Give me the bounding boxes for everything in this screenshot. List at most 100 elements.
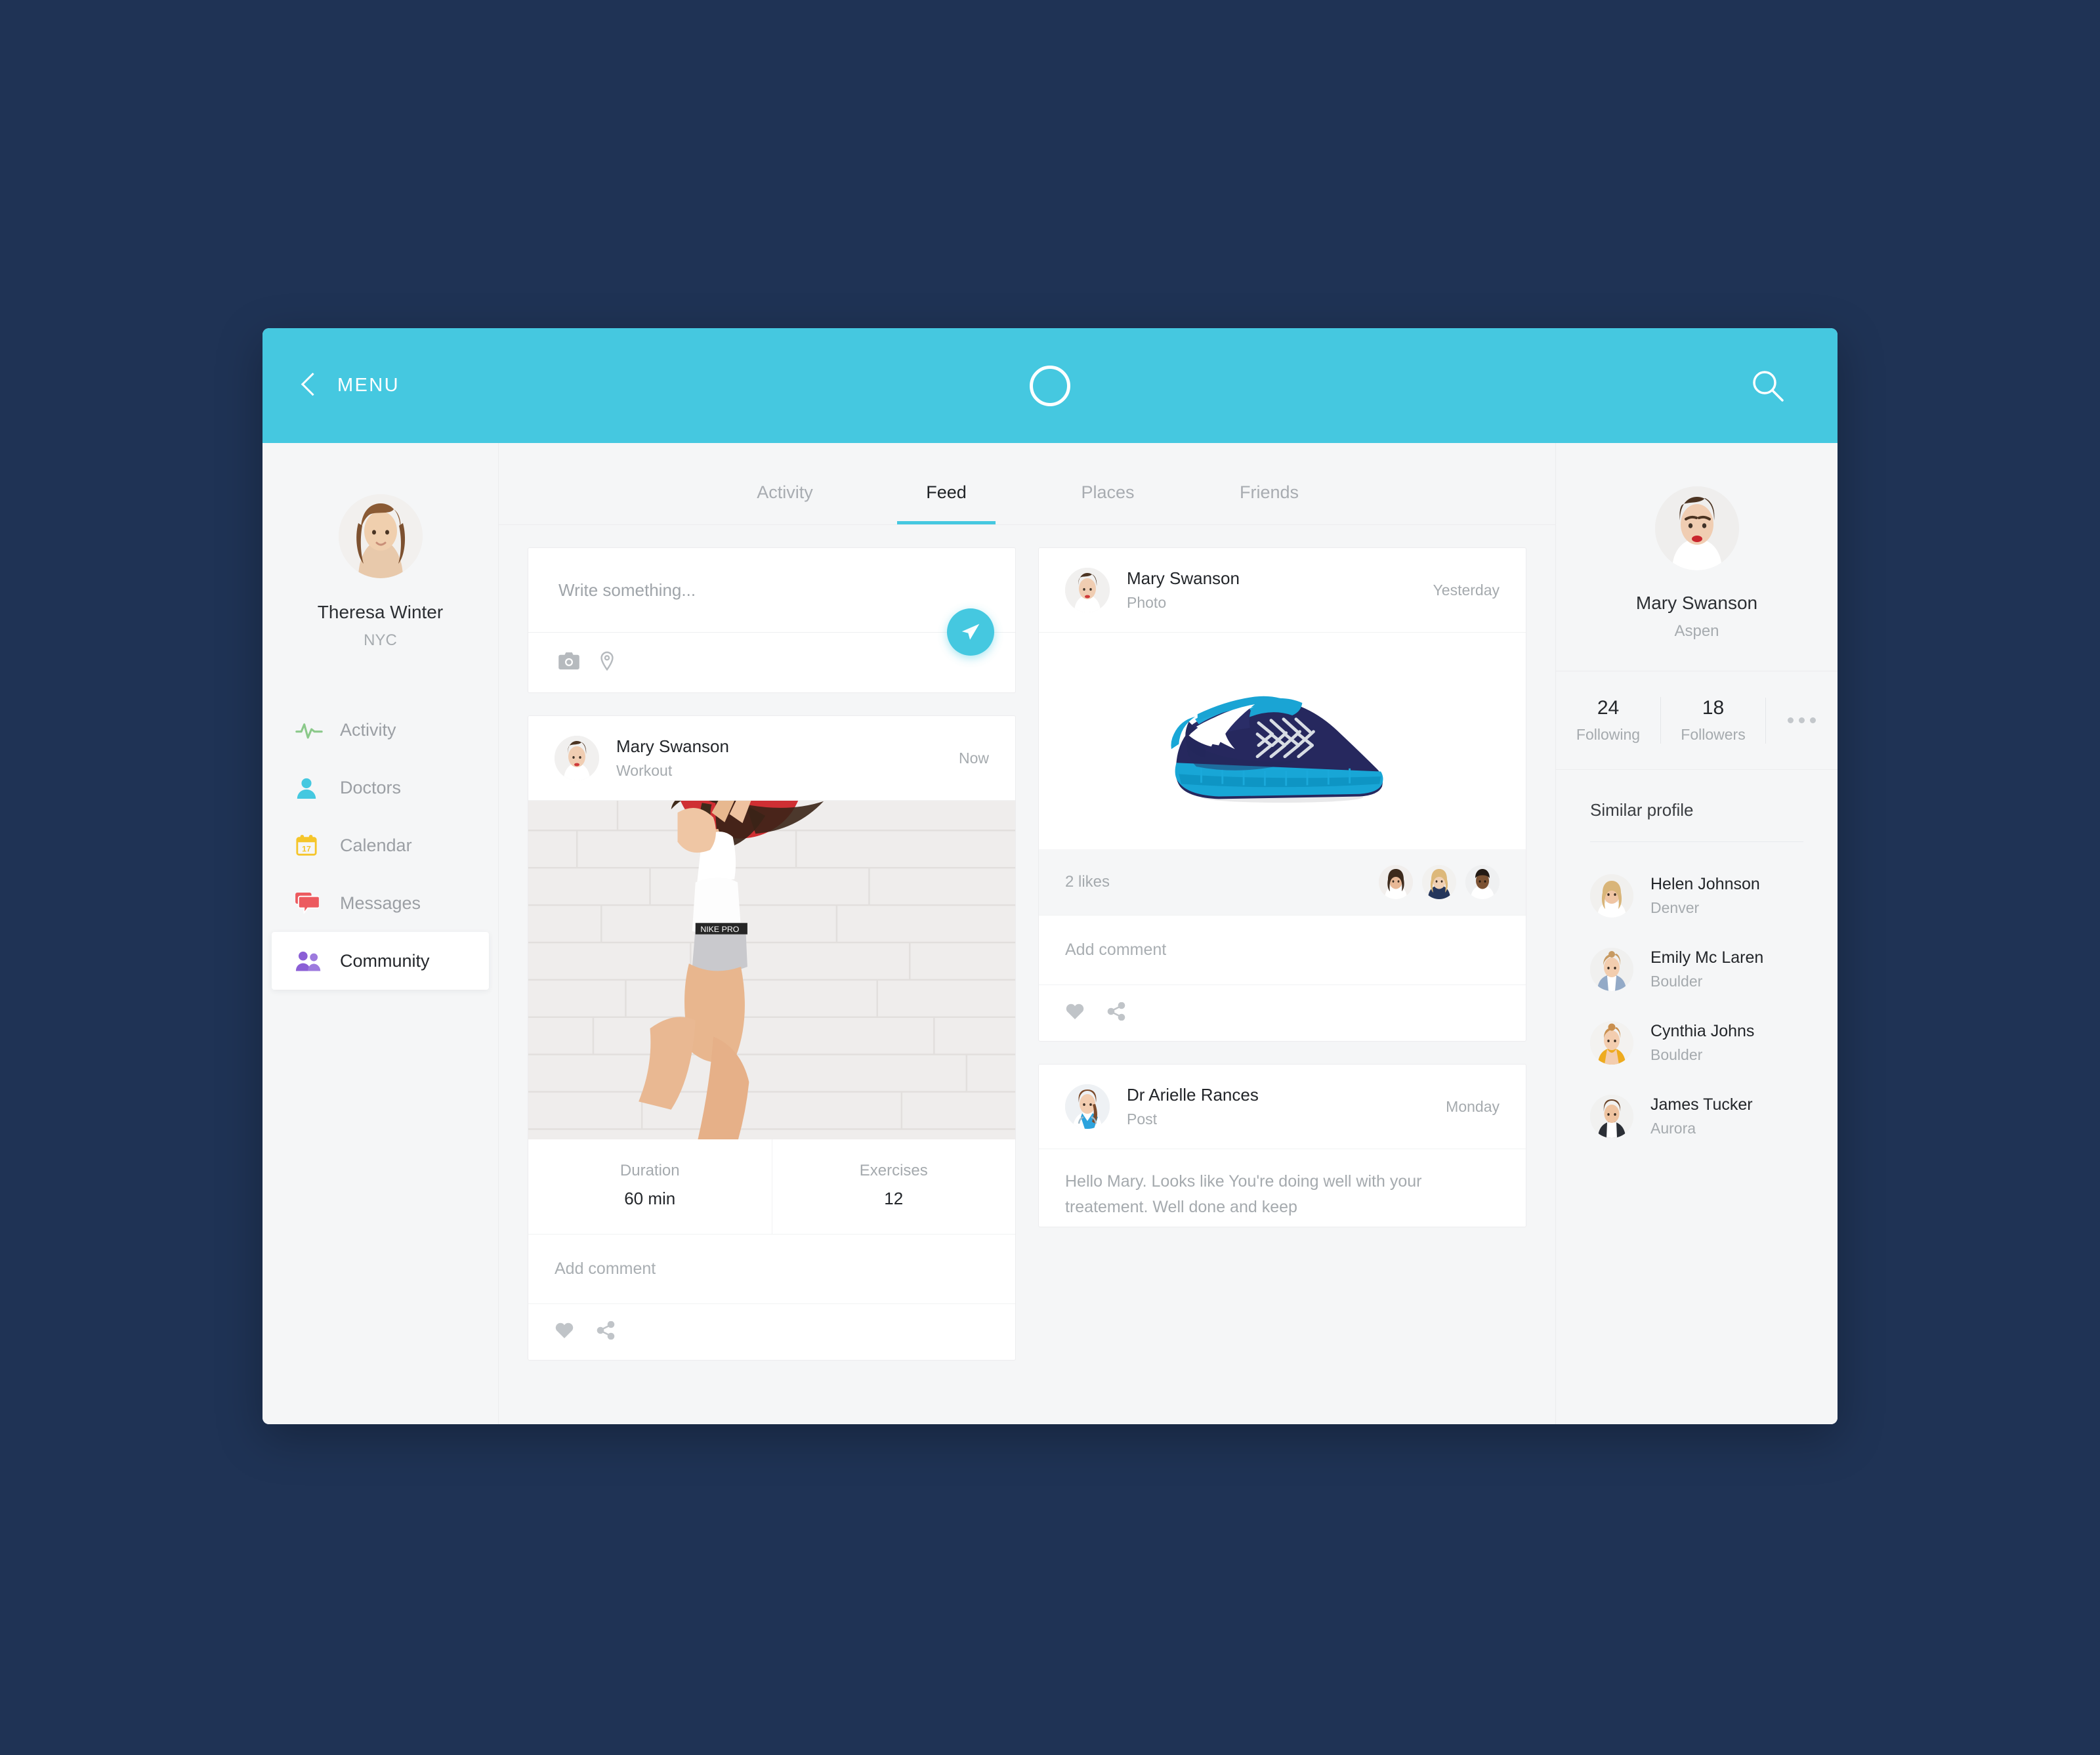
list-item-city: Aurora	[1650, 1120, 1696, 1137]
stat-following[interactable]: 24 Following	[1556, 697, 1660, 744]
send-button[interactable]	[947, 608, 994, 656]
post-actions	[528, 1304, 1015, 1360]
list-item[interactable]: James Tucker Aurora	[1590, 1080, 1803, 1153]
menu-button[interactable]: MENU	[301, 371, 400, 400]
menu-label: MENU	[337, 375, 400, 396]
sidebar-nav: Activity Doctors 17 Calendar Messages Co…	[262, 701, 498, 990]
share-icon[interactable]	[1107, 1002, 1125, 1024]
post-author: Mary Swanson	[1127, 568, 1240, 588]
center-column: Activity Feed Places Friends Write somet…	[499, 443, 1555, 1424]
compose-placeholder: Write something...	[558, 580, 696, 600]
avatar	[1590, 1021, 1633, 1065]
post-header: Mary Swanson Workout Now	[528, 716, 1015, 801]
post-timestamp: Yesterday	[1433, 581, 1500, 599]
tab-feed[interactable]: Feed	[897, 482, 996, 524]
tab-friends[interactable]: Friends	[1220, 482, 1318, 524]
avatar	[1590, 874, 1633, 918]
post-meta: Mary Swanson Photo	[1127, 568, 1433, 612]
search-icon[interactable]	[1748, 366, 1788, 406]
heart-icon[interactable]	[1065, 1003, 1085, 1023]
tab-activity[interactable]: Activity	[736, 482, 834, 524]
right-profile-location: Aspen	[1674, 622, 1719, 640]
map-pin-icon[interactable]	[599, 651, 615, 674]
post-timestamp: Monday	[1446, 1097, 1500, 1115]
avatar[interactable]	[1465, 865, 1500, 899]
sidebar-item-messages[interactable]: Messages	[272, 874, 489, 932]
list-item-city: Boulder	[1650, 1046, 1703, 1063]
tab-places[interactable]: Places	[1059, 482, 1157, 524]
list-item-city: Boulder	[1650, 973, 1703, 990]
likes-row: 2 likes	[1039, 849, 1526, 916]
list-item-name: Emily Mc Laren	[1650, 948, 1764, 967]
sidebar-item-label: Calendar	[340, 835, 412, 855]
avatar[interactable]	[1654, 486, 1739, 570]
camera-icon[interactable]	[558, 652, 579, 673]
post-type: Post	[1127, 1110, 1158, 1128]
workout-stats: Duration 60 min Exercises 12	[528, 1139, 1015, 1235]
right-profile-name: Mary Swanson	[1635, 593, 1758, 613]
workout-post-card: Mary Swanson Workout Now NIKE PRO Durati…	[528, 715, 1016, 1361]
stat-exercises: Exercises 12	[771, 1139, 1016, 1234]
top-header-bar: MENU	[262, 328, 1838, 443]
avatar[interactable]	[1065, 568, 1110, 612]
stat-value: 18	[1702, 697, 1725, 719]
sidebar-item-label: Messages	[340, 893, 421, 913]
sidebar-item-label: Doctors	[340, 777, 402, 797]
list-item-text: Emily Mc Laren Boulder	[1650, 948, 1763, 990]
list-item-name: Cynthia Johns	[1650, 1022, 1755, 1040]
calendar-icon: 17	[295, 834, 326, 856]
avatar[interactable]	[338, 494, 423, 578]
compose-input-row[interactable]: Write something...	[528, 548, 1015, 656]
sidebar-item-calendar[interactable]: 17 Calendar	[272, 816, 489, 874]
likes-count: 2 likes	[1065, 873, 1110, 891]
chat-icon	[295, 893, 326, 914]
list-item[interactable]: Cynthia Johns Boulder	[1590, 1006, 1803, 1080]
list-item-text: James Tucker Aurora	[1650, 1095, 1753, 1137]
similar-profile-title: Similar profile	[1590, 800, 1694, 820]
list-item-city: Denver	[1650, 899, 1700, 916]
sidebar-item-community[interactable]: Community	[272, 932, 489, 990]
add-comment-input[interactable]: Add comment	[528, 1235, 1015, 1304]
sidebar-item-doctors[interactable]: Doctors	[272, 759, 489, 816]
profile-stats: 24 Following 18 Followers	[1556, 671, 1838, 770]
app-window: MENU Theresa Winter NYC Activity Doctors…	[262, 328, 1838, 1424]
list-item-name: James Tucker	[1650, 1095, 1753, 1114]
chevron-left-icon[interactable]	[301, 371, 318, 400]
stat-value: 24	[1597, 697, 1620, 719]
svg-text:17: 17	[302, 844, 311, 853]
stat-label: Following	[1576, 726, 1641, 743]
person-icon	[295, 776, 326, 799]
add-comment-input[interactable]: Add comment	[1039, 916, 1526, 985]
post-meta: Dr Arielle Rances Post	[1127, 1085, 1446, 1128]
pulse-icon	[295, 719, 326, 740]
people-icon	[295, 950, 326, 971]
stat-followers[interactable]: 18 Followers	[1660, 697, 1765, 744]
photo-post-card: Mary Swanson Photo Yesterday 2 likes Add…	[1038, 547, 1526, 1042]
sidebar-profile: Theresa Winter NYC	[262, 443, 498, 650]
avatar[interactable]	[1379, 865, 1413, 899]
avatar[interactable]	[1422, 865, 1456, 899]
stat-label: Exercises	[859, 1162, 928, 1179]
avatar[interactable]	[555, 736, 599, 780]
list-item[interactable]: Helen Johnson Denver	[1590, 859, 1803, 933]
doctor-post-card: Dr Arielle Rances Post Monday Hello Mary…	[1038, 1064, 1526, 1227]
compose-card: Write something...	[528, 547, 1016, 693]
workout-photo: NIKE PRO	[528, 801, 1015, 1139]
share-icon[interactable]	[597, 1321, 615, 1343]
sidebar-item-activity[interactable]: Activity	[272, 701, 489, 759]
running-shoe-photo	[1039, 633, 1526, 849]
avatar[interactable]	[1065, 1084, 1110, 1129]
heart-icon[interactable]	[555, 1322, 574, 1342]
compose-actions	[528, 632, 1015, 692]
profile-location: NYC	[364, 631, 397, 649]
list-item-text: Helen Johnson Denver	[1650, 875, 1760, 917]
list-item[interactable]: Emily Mc Laren Boulder	[1590, 933, 1803, 1006]
stat-label: Duration	[620, 1162, 680, 1179]
page-title: Theresa Winter	[317, 602, 444, 622]
stat-value: 12	[884, 1189, 904, 1208]
ellipsis-icon[interactable]	[1765, 697, 1838, 744]
feed-column-right: Mary Swanson Photo Yesterday 2 likes Add…	[1038, 547, 1526, 1424]
avatar	[1590, 1095, 1633, 1138]
stat-duration: Duration 60 min	[528, 1139, 772, 1234]
stat-value: 60 min	[624, 1189, 676, 1208]
